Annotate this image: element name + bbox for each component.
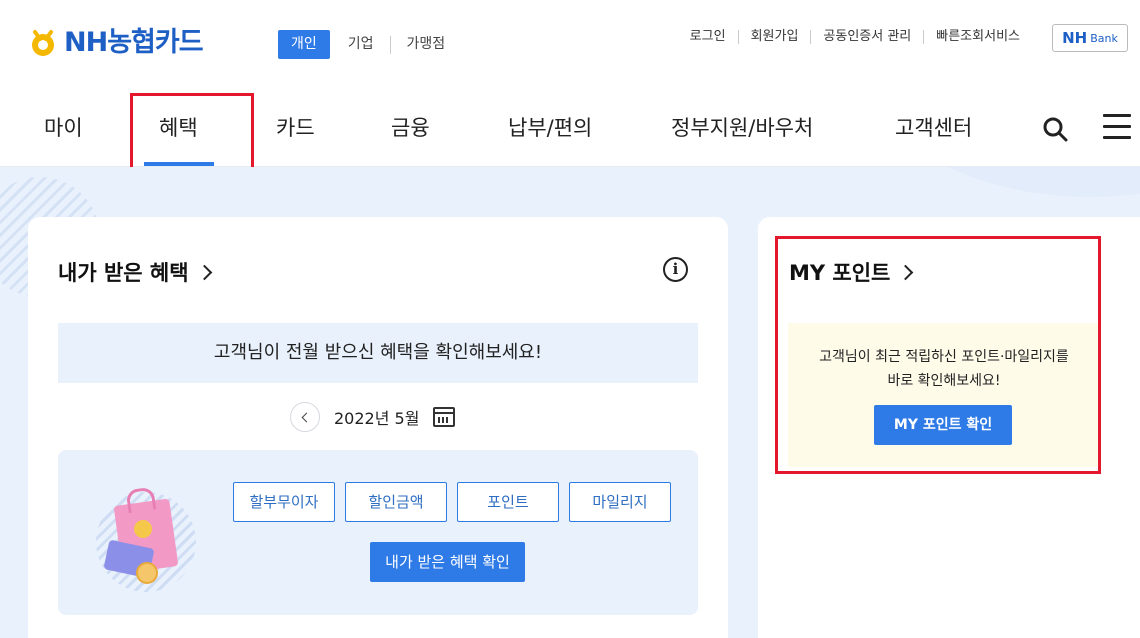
utility-links: 로그인 회원가입 공동인증서 관리 빠른조회서비스 xyxy=(678,28,1032,46)
my-benefits-card: 내가 받은 혜택 i 고객님이 전월 받으신 혜택을 확인해보세요! 2022년… xyxy=(28,217,728,638)
decorative-circle xyxy=(880,167,1140,197)
month-selector: 2022년 5월 xyxy=(290,402,456,432)
prev-month-button[interactable] xyxy=(290,402,320,432)
nav-item-payment[interactable]: 납부/편의 xyxy=(508,115,592,141)
certificate-link[interactable]: 공동인증서 관리 xyxy=(811,28,923,46)
segment-merchant[interactable]: 가맹점 xyxy=(395,30,458,59)
selected-month: 2022년 5월 xyxy=(334,409,420,428)
search-icon[interactable] xyxy=(1042,116,1068,142)
hamburger-menu-icon[interactable] xyxy=(1103,114,1131,142)
nav-item-my[interactable]: 마이 xyxy=(44,115,83,141)
chip-mileage[interactable]: 마일리지 xyxy=(569,482,671,522)
nh-card-logo[interactable]: NH농협카드 xyxy=(28,26,204,60)
divider xyxy=(389,35,391,54)
nav-item-customer-center[interactable]: 고객센터 xyxy=(895,115,972,141)
nav-item-card[interactable]: 카드 xyxy=(276,115,315,141)
benefit-banner: 고객님이 전월 받으신 혜택을 확인해보세요! xyxy=(58,323,698,383)
chip-discount-amount[interactable]: 할인금액 xyxy=(345,482,447,522)
login-link[interactable]: 로그인 xyxy=(678,28,738,46)
my-benefits-title[interactable]: 내가 받은 혜택 xyxy=(58,257,212,287)
signup-link[interactable]: 회원가입 xyxy=(739,28,811,46)
top-header: NH농협카드 개인 기업 가맹점 로그인 회원가입 공동인증서 관리 빠른조회서… xyxy=(0,0,1140,88)
nav-item-voucher[interactable]: 정부지원/바우처 xyxy=(671,115,813,141)
segment-business[interactable]: 기업 xyxy=(336,30,386,59)
shopping-bag-illustration xyxy=(96,492,196,592)
nav-item-finance[interactable]: 금융 xyxy=(391,115,430,141)
benefit-category-chips: 할부무이자 할인금액 포인트 마일리지 xyxy=(233,482,671,522)
calendar-icon[interactable] xyxy=(433,407,456,427)
segment-personal[interactable]: 개인 xyxy=(278,30,330,59)
chip-points[interactable]: 포인트 xyxy=(457,482,559,522)
nh-logo-icon xyxy=(32,30,54,56)
nh-bank-button[interactable]: NH Bank xyxy=(1052,24,1128,52)
check-benefits-button[interactable]: 내가 받은 혜택 확인 xyxy=(370,542,525,582)
quick-lookup-link[interactable]: 빠른조회서비스 xyxy=(924,28,1032,46)
chevron-right-icon xyxy=(196,264,212,280)
chip-installment-free[interactable]: 할부무이자 xyxy=(233,482,335,522)
nh-bank-logo-bank: Bank xyxy=(1090,31,1118,45)
info-icon[interactable]: i xyxy=(663,257,688,282)
benefit-summary-box: 할부무이자 할인금액 포인트 마일리지 내가 받은 혜택 확인 xyxy=(58,450,698,615)
main-nav: 마이 혜택 카드 금융 납부/편의 정부지원/바우처 고객센터 xyxy=(0,88,1140,185)
highlight-box-my-points xyxy=(775,236,1101,474)
my-benefits-title-text: 내가 받은 혜택 xyxy=(58,261,189,285)
nh-bank-logo-nh: NH xyxy=(1062,29,1088,47)
customer-type-segment: 개인 기업 가맹점 xyxy=(278,30,457,59)
logo-text: NH농협카드 xyxy=(64,27,204,58)
